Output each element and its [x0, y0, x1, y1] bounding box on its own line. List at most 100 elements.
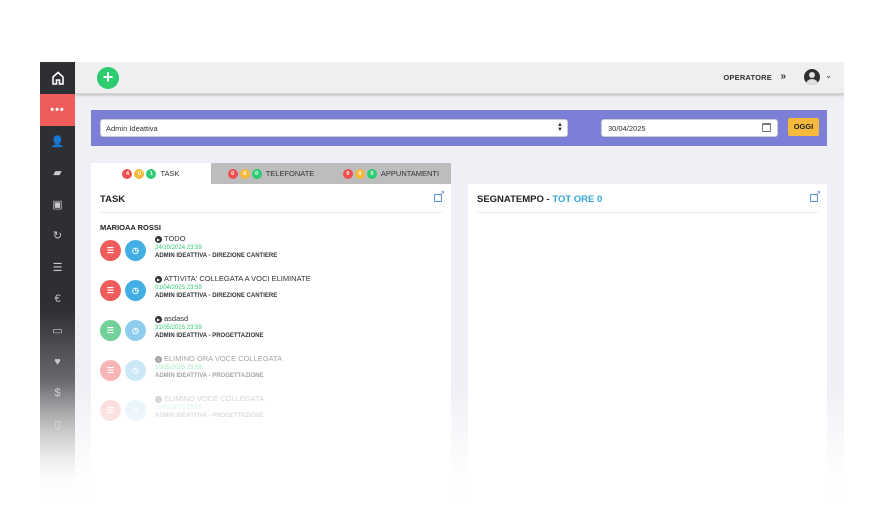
today-button[interactable]: OGGI — [788, 118, 819, 136]
person-name: MARIOAA ROSSI — [100, 223, 161, 232]
badge-green: 1 — [146, 168, 157, 179]
clock-icon[interactable]: ◷ — [125, 280, 146, 301]
badge-red: 0 — [227, 168, 238, 179]
date-input[interactable]: 30/04/2025 — [601, 119, 778, 137]
topbar: + OPERATORE » ⌄ — [75, 62, 844, 94]
calendar-icon[interactable] — [762, 123, 771, 132]
segnatempo-card-title: SEGNATEMPO - TOT ORE 0 — [477, 194, 603, 205]
tab-bar: 4 0 1 TASK 0 0 0 TELEFONATE 0 0 0 APPUNT… — [91, 163, 451, 184]
sidebar-item-more[interactable]: ••• — [40, 94, 75, 126]
tab-label: TELEFONATE — [265, 169, 315, 178]
badge-red: 0 — [342, 168, 353, 179]
clock-icon[interactable]: ◷ — [125, 360, 146, 381]
tab-telefonate[interactable]: 0 0 0 TELEFONATE — [211, 163, 331, 184]
credit-card-icon: ▭ — [52, 324, 63, 337]
hand-dollar-icon: $ — [54, 387, 61, 400]
more-dots-icon: ••• — [50, 103, 65, 116]
divider — [100, 212, 442, 213]
select-arrows-icon: ▲ ▼ — [557, 122, 563, 133]
divider — [477, 212, 818, 213]
file-icon: ▯ — [155, 396, 162, 403]
list-icon[interactable]: ☰ — [100, 360, 121, 381]
sidebar-item-sync[interactable]: ↻ — [40, 220, 75, 252]
sidebar-item-tasks[interactable]: ▣ — [40, 189, 75, 221]
task-item[interactable]: ☰ ◷ ▶ asdasd 31/05/2025 23:59 ADMIN IDEAT… — [100, 314, 440, 350]
sidebar: ••• 👤 ▰ ▣ ↻ ☰ € ▭ ♥ $ ▯ — [40, 62, 75, 511]
sidebar-item-payments[interactable]: ▭ — [40, 315, 75, 347]
hand-heart-icon: ♥ — [54, 355, 61, 368]
task-item[interactable]: ☰ ◷ ▯ ELIMINO VOCE COLLEGATA 10/05/2025 2… — [100, 394, 440, 430]
task-item[interactable]: ☰ ◷ ▶ TODO 24/10/2024 23:59 ADMIN IDEATTI… — [100, 234, 440, 270]
badge-yellow: 0 — [239, 168, 250, 179]
operator-label[interactable]: OPERATORE — [723, 73, 772, 82]
user-edit-icon: 👤 — [50, 135, 65, 148]
sidebar-item-care[interactable]: ♥ — [40, 346, 75, 378]
badge-yellow: 0 — [134, 168, 145, 179]
task-subtitle: ADMIN IDEATTIVA - PROGETTAZIONE — [155, 333, 264, 339]
task-title: ▯ ELIMINO ORA VOCE COLLEGATA — [155, 354, 282, 363]
task-subtitle: ADMIN IDEATTIVA - DIREZIONE CANTIERE — [155, 253, 278, 259]
tab-label: APPUNTAMENTI — [380, 169, 440, 178]
task-card: TASK MARIOAA ROSSI ☰ ◷ ▶TODO 24/10/2024 … — [91, 184, 451, 511]
app-logo[interactable] — [40, 62, 75, 94]
task-date: 10/05/2025 23:59 — [155, 405, 202, 411]
sidebar-item-users[interactable]: 👤 — [40, 126, 75, 158]
clock-icon[interactable]: ◷ — [125, 240, 146, 261]
file-icon: ▯ — [54, 419, 61, 432]
list-icon[interactable]: ☰ — [100, 280, 121, 301]
task-subtitle: ADMIN IDEATTIVA - PROGETTAZIONE — [155, 413, 264, 419]
task-title: ▶ ATTIVITA' COLLEGATA A VOCI ELIMINATE — [155, 274, 311, 283]
sidebar-item-lists[interactable]: ☰ — [40, 252, 75, 284]
add-button[interactable]: + — [97, 67, 119, 89]
sidebar-item-folders[interactable]: ▰ — [40, 157, 75, 189]
task-item[interactable]: ☰ ◷ ▶ ATTIVITA' COLLEGATA A VOCI ELIMINAT… — [100, 274, 440, 310]
list-icon[interactable]: ☰ — [100, 240, 121, 261]
chevron-down-icon[interactable]: ⌄ — [825, 71, 832, 80]
task-date: 01/04/2025 23:59 — [155, 285, 202, 291]
double-chevron-right-icon[interactable]: » — [780, 71, 786, 82]
badge-red: 4 — [122, 168, 133, 179]
external-link-icon[interactable] — [434, 189, 445, 202]
list-ordered-icon: ☰ — [52, 261, 63, 274]
task-title: ▶ TODO — [155, 234, 186, 243]
house-logo-icon — [51, 71, 64, 85]
sidebar-item-documents[interactable]: ▯ — [40, 409, 75, 441]
date-input-value: 30/04/2025 — [608, 124, 646, 133]
tab-appuntamenti[interactable]: 0 0 0 APPUNTAMENTI — [331, 163, 451, 184]
task-date: 31/05/2025 23:59 — [155, 325, 202, 331]
task-date: 10/05/2025 23:59 — [155, 365, 202, 371]
list-icon[interactable]: ☰ — [100, 400, 121, 421]
segnatempo-card: SEGNATEMPO - TOT ORE 0 — [468, 184, 827, 511]
operator-select-value: Admin Ideattiva — [106, 124, 158, 133]
clock-icon[interactable]: ◷ — [125, 400, 146, 421]
filter-bar: Admin Ideattiva ▲ ▼ 30/04/2025 OGGI — [91, 110, 827, 146]
task-subtitle: ADMIN IDEATTIVA - PROGETTAZIONE — [155, 373, 264, 379]
avatar[interactable] — [804, 69, 820, 85]
sync-icon: ↻ — [52, 230, 63, 243]
play-icon: ▶ — [155, 316, 162, 323]
clipboard-check-icon: ▣ — [52, 198, 63, 211]
play-icon: ▶ — [155, 276, 162, 283]
play-icon: ▶ — [155, 236, 162, 243]
clock-icon[interactable]: ◷ — [125, 320, 146, 341]
file-icon: ▯ — [155, 356, 162, 363]
euro-icon: € — [54, 292, 61, 305]
task-card-title: TASK — [100, 194, 126, 205]
external-link-icon[interactable] — [810, 189, 821, 202]
task-title: ▯ ELIMINO VOCE COLLEGATA — [155, 394, 264, 403]
badge-green: 0 — [366, 168, 377, 179]
task-item[interactable]: ☰ ◷ ▯ ELIMINO ORA VOCE COLLEGATA 10/05/20… — [100, 354, 440, 390]
operator-select[interactable]: Admin Ideattiva ▲ ▼ — [100, 119, 568, 137]
task-date: 24/10/2024 23:59 — [155, 245, 202, 251]
sidebar-item-euro[interactable]: € — [40, 283, 75, 315]
task-title: ▶ asdasd — [155, 314, 189, 323]
sidebar-item-costs[interactable]: $ — [40, 378, 75, 410]
total-hours: TOT ORE 0 — [552, 194, 603, 205]
badge-green: 0 — [251, 168, 262, 179]
app-frame: ••• 👤 ▰ ▣ ↻ ☰ € ▭ ♥ $ ▯ + OPERATORE » ⌄ … — [40, 62, 844, 511]
tab-task[interactable]: 4 0 1 TASK — [91, 163, 211, 184]
tab-label: TASK — [160, 169, 180, 178]
badge-yellow: 0 — [354, 168, 365, 179]
list-icon[interactable]: ☰ — [100, 320, 121, 341]
task-subtitle: ADMIN IDEATTIVA - DIREZIONE CANTIERE — [155, 293, 278, 299]
